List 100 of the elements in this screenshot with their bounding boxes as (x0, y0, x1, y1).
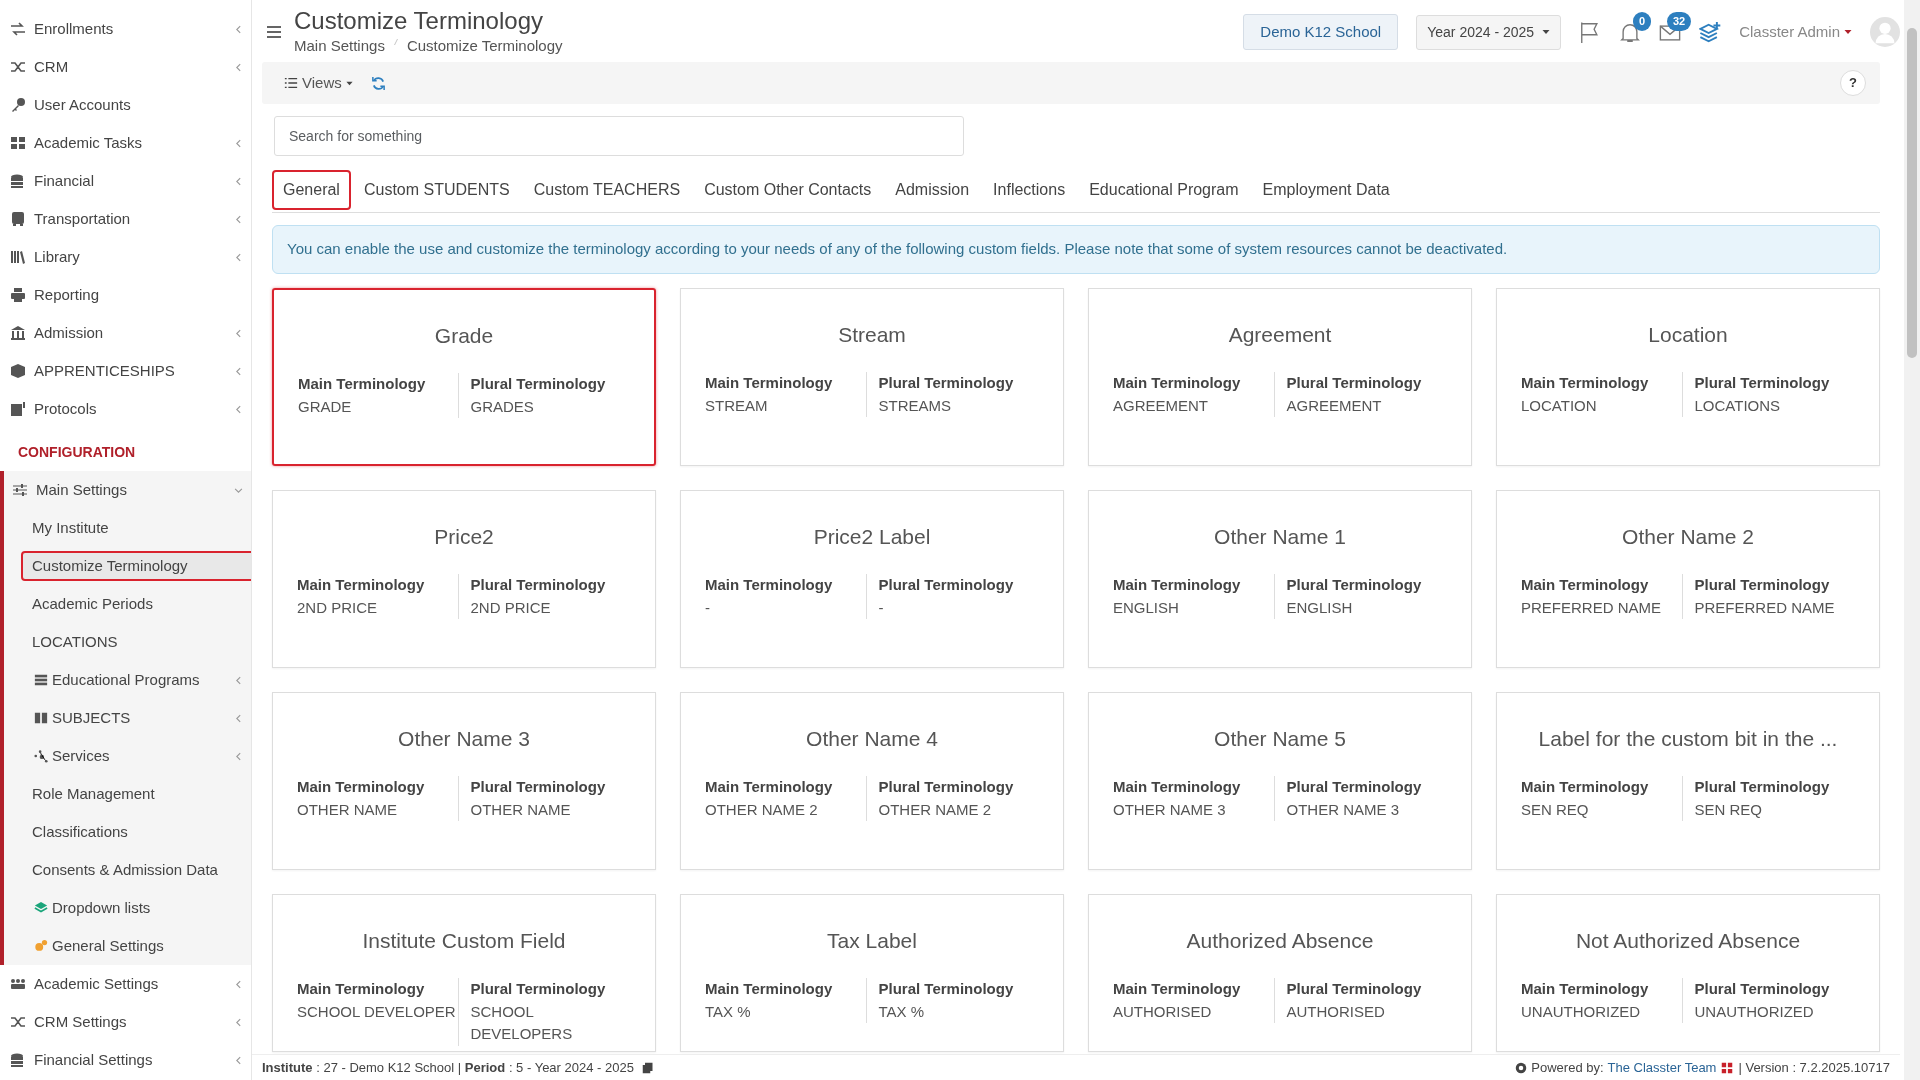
layers-plus-icon[interactable] (1699, 21, 1722, 44)
scrollbar[interactable] (1904, 0, 1920, 1080)
tab[interactable]: Custom Other Contacts (693, 170, 883, 210)
submenu-item[interactable]: Classifications (4, 813, 251, 851)
nodes-icon (34, 749, 48, 763)
refresh-icon[interactable] (370, 75, 386, 91)
tab[interactable]: Employment Data (1251, 170, 1401, 210)
field-value: OTHER NAME 3 (1113, 799, 1227, 820)
field-value: - (705, 597, 711, 618)
field-value: SCHOOL DEVELOPER (297, 1001, 457, 1022)
coins-icon (10, 173, 26, 189)
chevron-icon (234, 713, 243, 723)
field-label: Main Terminology (297, 979, 426, 999)
field-label: Plural Terminology (470, 777, 607, 797)
card-title: Institute Custom Field (361, 927, 567, 954)
chevron-icon (234, 1017, 243, 1027)
help-button[interactable]: ? (1840, 70, 1866, 96)
grid-icon (10, 135, 26, 151)
field-label: Plural Terminology (1286, 373, 1423, 393)
submenu-item[interactable]: Role Management (4, 775, 251, 813)
user-menu[interactable]: Classter Admin (1739, 20, 1852, 44)
terminology-card[interactable]: Label for the custom bit in the ... Main Terminology SEN REQ Plural Terminology SEN REQ (1496, 691, 1880, 870)
breadcrumb-item[interactable]: Main Settings (294, 34, 385, 58)
sidebar-item[interactable]: Academic Tasks (0, 124, 251, 162)
terminology-card[interactable]: Tax Label Main Terminology TAX % Plural Terminology TAX % (680, 893, 1064, 1052)
terminology-card[interactable]: Agreement Main Terminology AGREEMENT Plural Terminology AGREEMENT (1088, 287, 1472, 466)
field-label: Plural Terminology (878, 777, 1015, 797)
sidebar-item[interactable]: Admission (0, 314, 251, 352)
tab[interactable]: Educational Program (1078, 170, 1250, 210)
team-link[interactable]: The Classter Team (1607, 1057, 1717, 1078)
field-label: Plural Terminology (878, 979, 1015, 999)
field-value: 2ND PRICE (470, 597, 552, 618)
year-dropdown[interactable]: Year 2024 - 2025 (1416, 14, 1562, 50)
terminology-card[interactable]: Authorized Absence Main Terminology AUTHORISED Plural Terminology AUTHORISED (1088, 893, 1472, 1052)
views-dropdown[interactable]: Views (284, 71, 353, 95)
tab[interactable]: Custom TEACHERS (522, 170, 692, 210)
submenu-item[interactable]: General Settings (4, 927, 251, 965)
tab[interactable]: Inflections (982, 170, 1077, 210)
field-label: Main Terminology (297, 777, 426, 797)
terminology-card[interactable]: Other Name 4 Main Terminology OTHER NAME 2 Plural Terminology OTHER NAME 2 (680, 691, 1064, 870)
sidebar-item[interactable]: Main Settings (4, 471, 251, 509)
card-title: Other Name 1 (1213, 523, 1347, 550)
submenu-item[interactable]: Services (4, 737, 251, 775)
terminology-card[interactable]: Price2 Label Main Terminology - Plural Terminology - (680, 489, 1064, 668)
card-title: Location (1647, 321, 1729, 348)
submenu-item[interactable]: LOCATIONS (4, 623, 251, 661)
logo-icon (1720, 1060, 1735, 1075)
field-label: Plural Terminology (470, 979, 607, 999)
field-label: Plural Terminology (1694, 777, 1831, 797)
submenu-item[interactable]: Academic Periods (4, 585, 251, 623)
field-value: STREAM (705, 395, 769, 416)
sidebar-item[interactable]: Transportation (0, 200, 251, 238)
sidebar-item[interactable]: Library (0, 238, 251, 276)
field-value: AGREEMENT (1286, 395, 1383, 416)
terminology-card[interactable]: Price2 Main Terminology 2ND PRICE Plural Terminology 2ND PRICE (272, 489, 656, 668)
chevron-icon (234, 328, 243, 338)
submenu-item[interactable]: Customize Terminology (21, 551, 251, 581)
terminology-card[interactable]: Other Name 5 Main Terminology OTHER NAME 3 Plural Terminology OTHER NAME 3 (1088, 691, 1472, 870)
sidebar-item[interactable]: Financial (0, 162, 251, 200)
submenu-item[interactable]: My Institute (4, 509, 251, 547)
sidebar-item[interactable]: Reporting (0, 276, 251, 314)
sidebar-item[interactable]: Protocols (0, 390, 251, 428)
layers-icon (34, 901, 48, 915)
search-field[interactable]: Search for something (274, 116, 964, 156)
card-title: Agreement (1227, 321, 1333, 348)
submenu-item[interactable]: Educational Programs (4, 661, 251, 699)
field-label: Main Terminology (297, 575, 426, 595)
field-label: Plural Terminology (1694, 373, 1831, 393)
tab[interactable]: Admission (884, 170, 981, 210)
terminology-card[interactable]: Stream Main Terminology STREAM Plural Terminology STREAMS (680, 287, 1064, 466)
terminology-card[interactable]: Other Name 1 Main Terminology ENGLISH Plural Terminology ENGLISH (1088, 489, 1472, 668)
field-value: STREAMS (878, 395, 952, 416)
submenu-item[interactable]: Dropdown lists (4, 889, 251, 927)
terminology-card[interactable]: Other Name 2 Main Terminology PREFERRED NAME Plural Terminology PREFERRED NAME (1496, 489, 1880, 668)
school-button[interactable]: Demo K12 School (1243, 13, 1399, 51)
submenu-item[interactable]: SUBJECTS (4, 699, 251, 737)
terminology-card[interactable]: Institute Custom Field Main Terminology SCHOOL DEVELOPER Plural Terminology SCHOOL DEVELOPERS (272, 893, 656, 1052)
chevron-down-icon (234, 485, 243, 495)
submenu-item[interactable]: Consents & Admission Data (4, 851, 251, 889)
sidebar-item[interactable]: Financial Settings (0, 1041, 251, 1079)
field-label: Plural Terminology (1286, 777, 1423, 797)
key-icon (10, 97, 26, 113)
tab[interactable]: Custom STUDENTS (352, 170, 521, 210)
field-label: Plural Terminology (1694, 979, 1831, 999)
field-label: Main Terminology (1113, 777, 1242, 797)
sidebar-item[interactable]: CRM Settings (0, 1003, 251, 1041)
sidebar-item[interactable]: Academic Settings (0, 965, 251, 1003)
terminology-card[interactable]: Other Name 3 Main Terminology OTHER NAME Plural Terminology OTHER NAME (272, 691, 656, 870)
tab[interactable]: General (272, 170, 351, 210)
terminology-card[interactable]: Grade Main Terminology GRADE Plural Terminology GRADES (272, 287, 656, 466)
bank-icon (10, 325, 26, 341)
sidebar-item[interactable]: Enrollments (0, 10, 251, 48)
terminology-card[interactable]: Not Authorized Absence Main Terminology UNAUTHORIZED Plural Terminology UNAUTHORIZED (1496, 893, 1880, 1052)
menu-icon[interactable] (266, 24, 282, 40)
sidebar-item[interactable]: User Accounts (0, 86, 251, 124)
sidebar-item[interactable]: APPRENTICESHIPS (0, 352, 251, 390)
sidebar-item[interactable]: CRM (0, 48, 251, 86)
field-value: AGREEMENT (1113, 395, 1209, 416)
terminology-card[interactable]: Location Main Terminology LOCATION Plural Terminology LOCATIONS (1496, 287, 1880, 466)
breadcrumb-item: Customize Terminology (406, 35, 563, 56)
